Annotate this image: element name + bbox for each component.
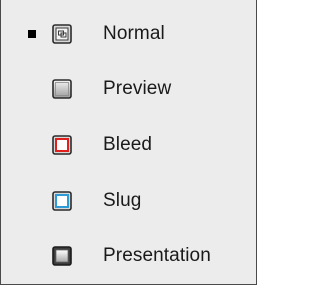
menu-item-bleed[interactable]: Bleed <box>1 123 257 167</box>
slug-mode-icon <box>52 191 72 211</box>
preview-mode-icon <box>52 79 72 99</box>
menu-item-slug[interactable]: Slug <box>1 179 257 223</box>
screen-mode-menu: Normal Preview Bleed Slug Presentation <box>0 0 257 285</box>
checkmark-icon <box>28 30 36 38</box>
menu-item-label: Presentation <box>103 245 211 266</box>
menu-item-label: Slug <box>103 190 142 211</box>
presentation-mode-icon <box>52 246 72 266</box>
menu-item-label: Normal <box>103 23 165 44</box>
menu-item-label: Preview <box>103 78 172 99</box>
menu-item-presentation[interactable]: Presentation <box>1 234 257 278</box>
menu-item-normal[interactable]: Normal <box>1 12 257 56</box>
normal-mode-icon <box>52 24 72 44</box>
bleed-mode-icon <box>52 135 72 155</box>
menu-item-preview[interactable]: Preview <box>1 67 257 111</box>
menu-item-label: Bleed <box>103 134 153 155</box>
